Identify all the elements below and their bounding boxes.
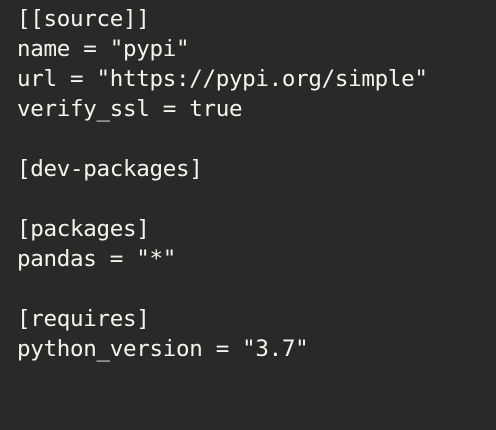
code-line-python-version: python_version = "3.7" bbox=[17, 336, 309, 362]
code-line-verify-ssl: verify_ssl = true bbox=[17, 96, 243, 122]
code-line-source-header: [[source]] bbox=[17, 6, 150, 32]
code-line-name: name = "pypi" bbox=[17, 36, 190, 62]
code-line-dev-packages-header: [dev-packages] bbox=[17, 156, 203, 182]
code-line-url: url = "https://pypi.org/simple" bbox=[17, 66, 428, 92]
code-line-requires-header: [requires] bbox=[17, 306, 150, 332]
code-editor[interactable]: [[source]] name = "pypi" url = "https://… bbox=[0, 0, 496, 430]
code-line-pandas: pandas = "*" bbox=[17, 246, 176, 272]
code-line-packages-header: [packages] bbox=[17, 216, 150, 242]
